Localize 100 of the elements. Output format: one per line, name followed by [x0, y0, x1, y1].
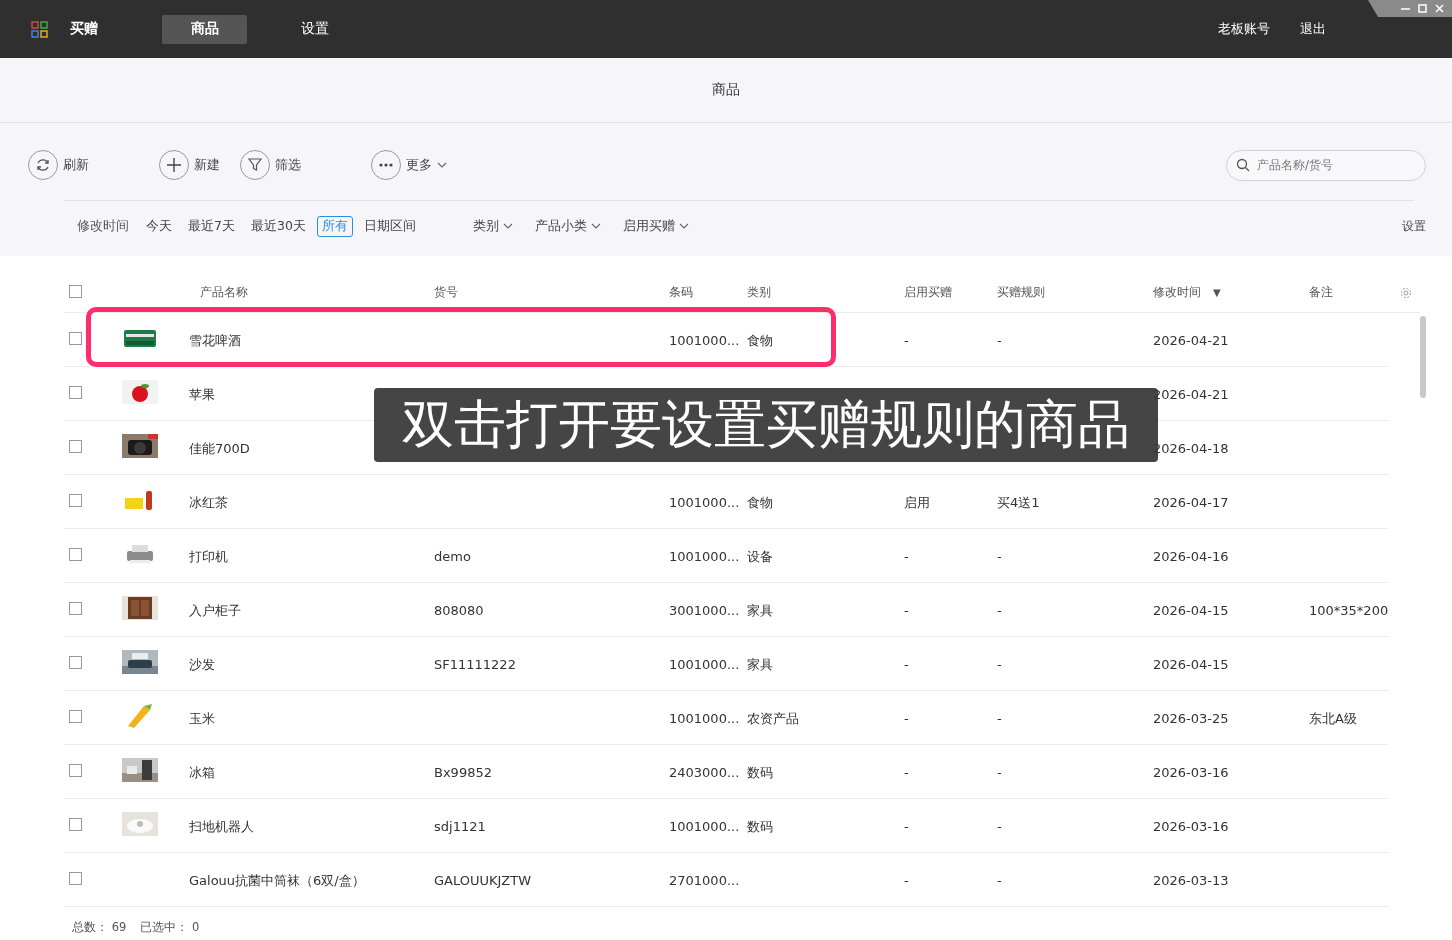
table-cell: 2026-03-25 [1153, 711, 1229, 726]
table-cell: - [997, 603, 1002, 618]
chevron-down-icon [590, 223, 601, 229]
table-cell: 数码 [747, 764, 773, 780]
table-cell: 扫地机器人 [189, 818, 254, 834]
table-cell: - [904, 657, 909, 672]
table-cell: 设备 [747, 548, 773, 564]
table-cell: 100*35*200 [1309, 603, 1389, 618]
table-cell: 1001000... [669, 333, 740, 348]
table-cell: 玉米 [189, 710, 215, 726]
table-cell: GALOUUKJZTW [434, 873, 532, 888]
table-cell: 1001000... [669, 657, 740, 672]
row-checkbox[interactable] [69, 818, 82, 831]
settings-link[interactable]: 设置 [1402, 217, 1426, 235]
table-cell: - [997, 765, 1002, 780]
row-checkbox[interactable] [69, 440, 82, 453]
row-checkbox[interactable] [69, 872, 82, 885]
table-cell: - [997, 657, 1002, 672]
row-checkbox[interactable] [69, 494, 82, 507]
filter-dropdown[interactable]: 类别 [472, 217, 513, 235]
table-cell: 入户柜子 [189, 602, 241, 618]
row-checkbox[interactable] [69, 386, 82, 399]
table-cell: 2026-04-15 [1153, 657, 1229, 672]
table-cell: - [997, 873, 1002, 888]
maximize-icon[interactable] [1418, 4, 1427, 13]
table-cell: 2026-03-13 [1153, 873, 1229, 888]
table-cell: SF11111222 [434, 657, 516, 672]
refresh-icon [35, 157, 51, 173]
table-cell: 数码 [747, 818, 773, 834]
table-cell: demo [434, 549, 471, 564]
time-option[interactable]: 最近30天 [245, 215, 311, 237]
column-header: 备注 [1309, 285, 1334, 300]
table-cell: 佳能700D [189, 440, 250, 456]
more-icon [379, 163, 393, 167]
table-cell: 东北A级 [1309, 710, 1357, 726]
table-cell: 冰箱 [189, 764, 215, 780]
filter-icon [248, 158, 262, 172]
row-checkbox[interactable] [69, 602, 82, 615]
column-header: 条码 [669, 285, 694, 300]
column-header: 启用买赠 [904, 285, 953, 300]
time-option[interactable]: 日期区间 [358, 215, 421, 237]
filter-dropdown[interactable]: 产品小类 [534, 217, 601, 235]
table-cell: 农资产品 [747, 710, 799, 726]
total-count: 总数： 69 [72, 920, 127, 935]
add-button[interactable]: 新建 [159, 150, 220, 180]
scrollbar[interactable] [1420, 316, 1426, 398]
row-checkbox[interactable] [69, 548, 82, 561]
table-cell: 启用 [904, 494, 930, 510]
refresh-button[interactable]: 刷新 [28, 150, 89, 180]
column-header: 买赠规则 [997, 285, 1046, 300]
app-logo-icon [31, 20, 48, 38]
filter-button[interactable]: 筛选 [240, 150, 301, 180]
table-cell: - [997, 819, 1002, 834]
table-cell: 2701000... [669, 873, 740, 888]
table-cell: Galouu抗菌中筒袜（6双/盒） [189, 872, 365, 888]
table-cell: - [904, 819, 909, 834]
nav-tab[interactable]: 商品 [162, 14, 247, 44]
table-cell: 2026-04-15 [1153, 603, 1229, 618]
account-link[interactable]: 老板账号 [1218, 20, 1270, 38]
time-option[interactable]: 最近7天 [183, 215, 240, 237]
search-field[interactable]: 产品名称/货号 [1226, 149, 1426, 181]
table-cell: Bx99852 [434, 765, 492, 780]
table-cell: 苹果 [189, 386, 215, 402]
table-cell: 2403000... [669, 765, 740, 780]
table-cell: 雪花啤酒 [189, 332, 241, 348]
chevron-down-icon [678, 223, 689, 229]
row-checkbox[interactable] [69, 764, 82, 777]
table-cell: 808080 [434, 603, 484, 618]
select-all-checkbox[interactable] [69, 285, 82, 298]
plus-icon [166, 157, 182, 173]
table-cell: - [904, 333, 909, 348]
row-checkbox[interactable] [69, 332, 82, 345]
more-button[interactable]: 更多 [371, 150, 447, 180]
sort-indicator[interactable]: ▼ [1213, 287, 1221, 298]
row-checkbox[interactable] [69, 656, 82, 669]
table-cell: 2026-03-16 [1153, 819, 1229, 834]
table-cell: 打印机 [189, 548, 228, 564]
settings-icon[interactable] [1400, 286, 1412, 299]
table-cell: 2026-04-16 [1153, 549, 1229, 564]
logout-link[interactable]: 退出 [1300, 20, 1326, 38]
table-cell: 2026-03-16 [1153, 765, 1229, 780]
table-cell: 家具 [747, 656, 773, 672]
row-checkbox[interactable] [69, 710, 82, 723]
table-cell: 冰红茶 [189, 494, 228, 510]
table-cell: 2026-04-21 [1153, 333, 1229, 348]
column-header[interactable]: 修改时间 [1153, 285, 1201, 300]
column-header: 产品名称 [199, 285, 249, 300]
app-name: 买赠 [70, 20, 98, 38]
table-cell: - [904, 711, 909, 726]
time-option[interactable]: 今天 [141, 215, 177, 237]
table-cell: 食物 [747, 332, 773, 348]
table-cell: - [904, 603, 909, 618]
table-cell: - [904, 549, 909, 564]
column-header: 类别 [747, 285, 772, 300]
filter-dropdown[interactable]: 启用买赠 [622, 217, 689, 235]
close-icon[interactable] [1435, 4, 1444, 13]
nav-tab[interactable]: 设置 [272, 14, 357, 44]
column-header: 货号 [434, 285, 459, 300]
table-cell: - [904, 873, 909, 888]
table-cell: 买4送1 [997, 494, 1040, 510]
